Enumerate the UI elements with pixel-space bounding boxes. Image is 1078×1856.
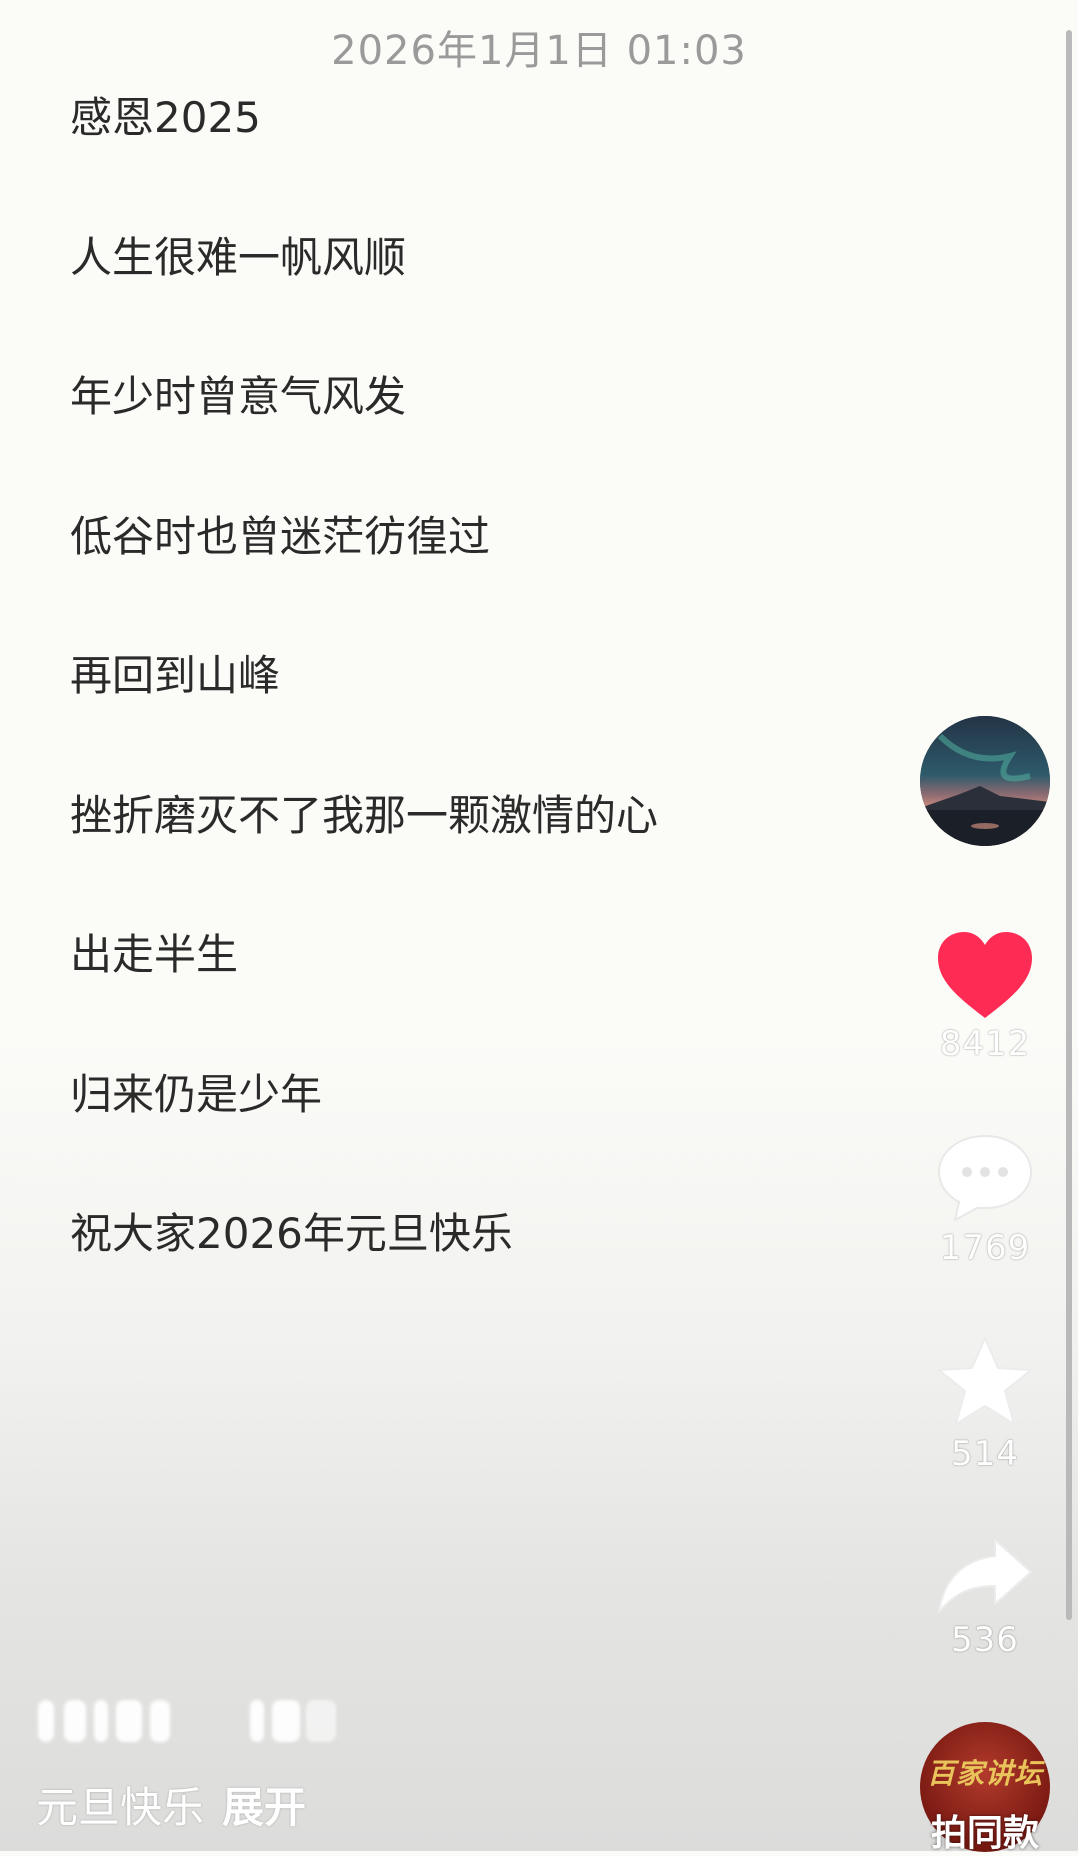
heart-icon — [938, 932, 1032, 1018]
same-style-logo: 百家讲坛 — [926, 1757, 1043, 1790]
like-button[interactable]: 8412 — [920, 930, 1050, 1064]
caption: 元旦快乐 展开 — [36, 1774, 306, 1835]
same-style-label[interactable]: 拍同款 — [920, 1804, 1050, 1856]
post-line: 祝大家2026年元旦快乐 — [70, 1209, 513, 1258]
favorite-count: 514 — [951, 1434, 1019, 1474]
comment-count: 1769 — [939, 1228, 1031, 1268]
favorite-button[interactable]: 514 — [920, 1334, 1050, 1474]
post-line: 人生很难一帆风顺 — [70, 232, 407, 282]
post-line: 低谷时也曾迷茫彷徨过 — [70, 511, 491, 561]
share-button[interactable]: 536 — [920, 1536, 1050, 1660]
expand-button[interactable]: 展开 — [222, 1783, 306, 1832]
post-line: 感恩2025 — [70, 93, 261, 142]
post-line: 出走半生 — [70, 930, 239, 979]
caption-text: 元旦快乐 — [36, 1783, 205, 1832]
post-line: 挫折磨灭不了我那一颗激情的心 — [70, 790, 659, 840]
scrollbar[interactable] — [1066, 30, 1072, 1620]
author-name-blurred[interactable] — [38, 1700, 358, 1742]
comment-bubble-icon — [937, 1134, 1033, 1222]
comment-button[interactable]: 1769 — [920, 1132, 1050, 1268]
timestamp: 2026年1月1日 01:03 — [331, 28, 747, 74]
post-line: 再回到山峰 — [70, 651, 281, 700]
author-avatar[interactable] — [920, 716, 1050, 846]
post-line: 年少时曾意气风发 — [70, 372, 407, 421]
share-arrow-icon — [938, 1539, 1032, 1613]
like-count: 8412 — [939, 1024, 1031, 1064]
star-icon — [938, 1337, 1032, 1425]
post-line: 归来仍是少年 — [70, 1069, 323, 1119]
author-avatar-landscape-icon — [920, 716, 1050, 846]
post-text: 感恩2025 人生很难一帆风顺 年少时曾意气风发 低谷时也曾迷茫彷徨过 再回到山… — [70, 88, 658, 1344]
action-rail: 8412 1769 514 536 — [920, 0, 1050, 1851]
share-count: 536 — [951, 1620, 1019, 1660]
